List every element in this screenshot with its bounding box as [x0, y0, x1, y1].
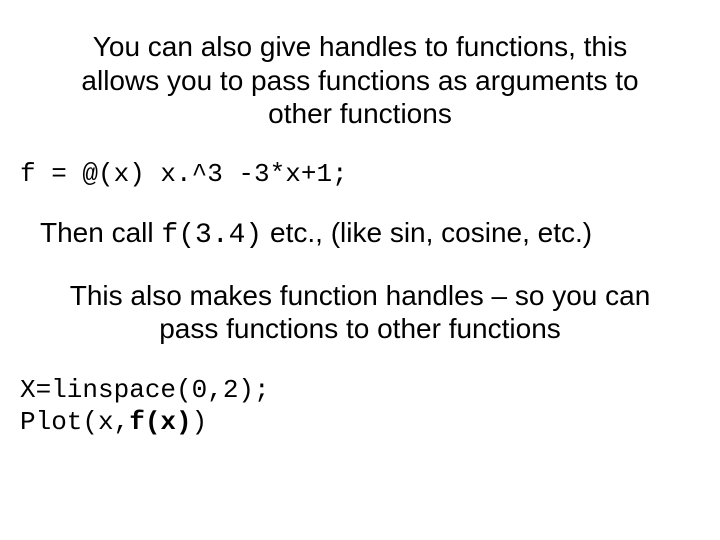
explain-paragraph: This also makes function handles – so yo…	[40, 279, 680, 346]
then-call-suffix: etc., (like sin, cosine, etc.)	[262, 217, 592, 248]
code-plot-block: X=linspace(0,2); Plot(x,f(x))	[20, 374, 700, 439]
code-plot-fx: f(x)	[129, 407, 191, 437]
code-plot-prefix: Plot(x,	[20, 407, 129, 437]
then-call-line: Then call f(3.4) etc., (like sin, cosine…	[40, 217, 700, 251]
code-linspace-line: X=linspace(0,2);	[20, 375, 270, 405]
then-call-prefix: Then call	[40, 217, 161, 248]
intro-paragraph: You can also give handles to functions, …	[50, 30, 670, 131]
then-call-code: f(3.4)	[161, 220, 262, 251]
code-function-handle-definition: f = @(x) x.^3 -3*x+1;	[20, 159, 700, 189]
slide: You can also give handles to functions, …	[0, 0, 720, 540]
code-plot-suffix: )	[192, 407, 208, 437]
